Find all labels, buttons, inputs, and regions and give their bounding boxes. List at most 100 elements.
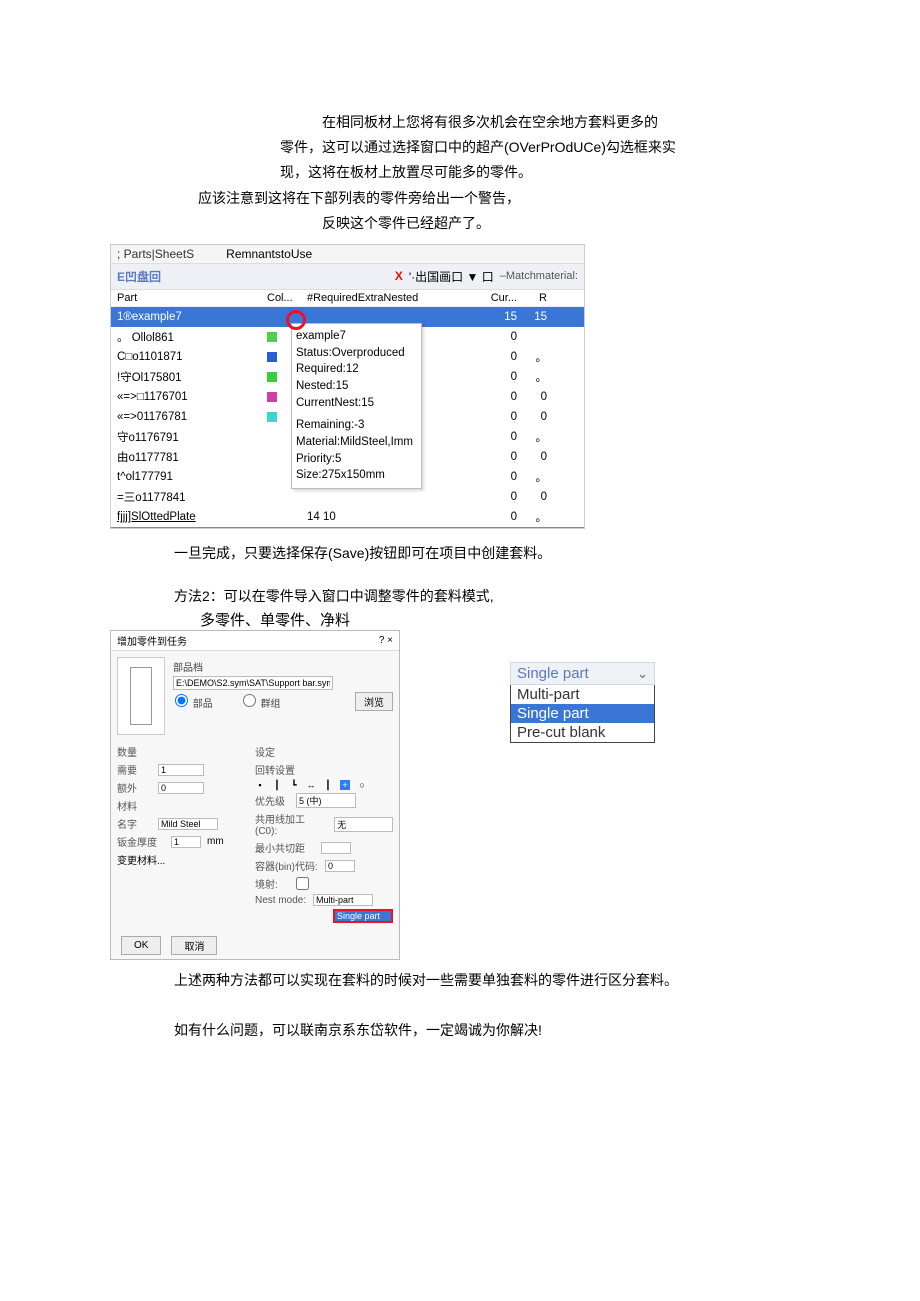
extra-label: 额外 xyxy=(117,780,152,795)
row-part: 由o1177781 xyxy=(117,449,267,465)
shared-label: 共用线加工 (C0): xyxy=(255,811,328,837)
rotation-icons[interactable]: ▪┃┗↔┃+○ xyxy=(255,780,393,790)
dropdown-item-precut[interactable]: Pre-cut blank xyxy=(511,723,654,742)
part-preview xyxy=(117,657,165,735)
overproduced-tooltip: example7 Status:Overproduced Required:12… xyxy=(291,323,422,489)
thickness-label: 钣金厚度 xyxy=(117,834,165,849)
row-r: 。 xyxy=(517,509,547,525)
bin-field[interactable] xyxy=(325,860,355,872)
intro-line-5: 反映这个零件已经超产了。 xyxy=(110,211,810,236)
thickness-field[interactable] xyxy=(171,836,201,848)
row-cur: 0 xyxy=(487,331,517,343)
row-part: !守Ol175801 xyxy=(117,369,267,385)
path-field[interactable] xyxy=(173,676,333,690)
table-header: Part Col... #RequiredExtraNested Cur... … xyxy=(111,290,584,307)
method2-line2: 多零件、单零件、净料 xyxy=(110,609,810,630)
row-part: «=>□1176701 xyxy=(117,391,267,403)
change-material-button[interactable]: 变更材料... xyxy=(117,852,165,867)
intro-line-1: 在相同板材上您将有很多次机会在空余地方套料更多的 xyxy=(110,110,810,135)
help-icon[interactable]: ? xyxy=(379,635,385,646)
row-part: 1®example7 xyxy=(117,311,267,323)
dropdown-item-single[interactable]: Single part xyxy=(511,704,654,723)
tt-size: Size:275x150mm xyxy=(296,467,413,484)
tab-parts-sheets[interactable]: ; Parts|SheetS xyxy=(117,247,194,261)
row-part: 。 Ollol861 xyxy=(117,329,267,345)
row-cur: 0 xyxy=(487,451,517,463)
tt-current: CurrentNest:15 xyxy=(296,395,413,412)
col-r: R xyxy=(517,292,547,304)
priority-select[interactable]: 5 (中) xyxy=(296,793,356,808)
col-cur: Cur... xyxy=(487,292,517,304)
add-part-dialog: 增加零件到任务 ? × 部品档 部品 群组 xyxy=(110,630,400,960)
row-required: 14 10 xyxy=(307,511,487,523)
toolbar-glyphs[interactable]: '·出国画口 ▼ 口 xyxy=(409,268,494,285)
tab-remnants[interactable]: RemnantstoUse xyxy=(220,245,318,263)
need-field[interactable] xyxy=(158,764,204,776)
row-r: 。 xyxy=(517,469,547,485)
close-icon[interactable]: X xyxy=(395,269,403,283)
eppan-label: E凹盘回 xyxy=(117,268,167,285)
mirror-label: 境射: xyxy=(255,876,290,891)
intro-line-4: 应该注意到这将在下部列表的零件旁给出一个警告， xyxy=(110,186,810,211)
intro-paragraph: 在相同板材上您将有很多次机会在空余地方套料更多的 零件，这可以通过选择窗口中的超… xyxy=(110,110,810,236)
cancel-button[interactable]: 取消 xyxy=(171,936,217,955)
dialog-titlebar: 增加零件到任务 ? × xyxy=(111,631,399,651)
ok-button[interactable]: OK xyxy=(121,936,161,955)
mirror-checkbox[interactable] xyxy=(296,877,309,890)
close-icon[interactable]: × xyxy=(387,635,393,646)
radio-group[interactable]: 群组 xyxy=(241,694,281,710)
table-row[interactable]: =三o1177841 00 xyxy=(111,487,584,507)
tab-row: ; Parts|SheetS RemnantstoUse xyxy=(111,245,584,264)
row-r: 15 xyxy=(517,311,547,323)
panel-toolbar: E凹盘回 X '·出国画口 ▼ 口 –Matchmaterial: xyxy=(111,264,584,290)
row-part: =三o1177841 xyxy=(117,489,267,505)
row-r: 0 xyxy=(517,451,547,463)
tt-material: Material:MildSteel,Imm xyxy=(296,434,413,451)
nestmode-select-bg[interactable]: Multi-part xyxy=(313,894,373,906)
row-r: 0 xyxy=(517,411,547,423)
nestmode-highlight[interactable]: Single part xyxy=(333,909,393,923)
rotation-label: 回转设置 xyxy=(255,762,295,777)
table-row[interactable]: fjjj]SlOttedPlate14 100。 xyxy=(111,507,584,527)
mid-block: 增加零件到任务 ? × 部品档 部品 群组 xyxy=(110,630,810,960)
row-cur: 0 xyxy=(487,411,517,423)
tt-name: example7 xyxy=(296,328,413,345)
row-r: 。 xyxy=(517,349,547,365)
col-required: #RequiredExtraNested xyxy=(307,292,487,304)
row-r: 0 xyxy=(517,491,547,503)
tt-remaining: Remaining:-3 xyxy=(296,417,413,434)
mat-header: 材料 xyxy=(117,798,152,813)
contact-paragraph: 如有什么问题，可以联南京系东岱软件，一定竭诚为你解决! xyxy=(110,1018,810,1043)
extra-field[interactable] xyxy=(158,782,204,794)
row-cur: 0 xyxy=(487,491,517,503)
browse-button[interactable]: 浏览 xyxy=(355,692,393,711)
row-cur: 0 xyxy=(487,391,517,403)
dropdown-current-label: Single part xyxy=(517,665,589,682)
col-color: Col... xyxy=(267,292,307,304)
dropdown-list: Multi-part Single part Pre-cut blank xyxy=(510,685,655,743)
col-part: Part xyxy=(117,292,267,304)
tt-status: Status:Overproduced xyxy=(296,345,413,362)
tt-priority: Priority:5 xyxy=(296,451,413,468)
bin-label: 容器(bin)代码: xyxy=(255,858,319,873)
material-name-field[interactable] xyxy=(158,818,218,830)
shared-select[interactable]: 无 xyxy=(334,817,393,832)
method2-line1: 方法2：可以在零件导入窗口中调整零件的套料模式, xyxy=(110,584,810,609)
tt-nested: Nested:15 xyxy=(296,378,413,395)
min-label: 最小共切距 xyxy=(255,840,315,855)
thickness-unit: mm xyxy=(207,836,224,847)
dropdown-item-multi[interactable]: Multi-part xyxy=(511,685,654,704)
row-cur: 0 xyxy=(487,431,517,443)
need-label: 需要 xyxy=(117,762,152,777)
qty-header: 数量 xyxy=(117,744,152,759)
radio-part[interactable]: 部品 xyxy=(173,694,213,710)
row-part: t^ol177791 xyxy=(117,471,267,483)
dropdown-current[interactable]: Single part ⌄ xyxy=(510,662,655,685)
min-field[interactable] xyxy=(321,842,351,854)
matchmaterial-label: –Matchmaterial: xyxy=(500,270,578,282)
nestmode-label: Nest mode: xyxy=(255,895,307,906)
row-cur: 0 xyxy=(487,471,517,483)
row-r: 。 xyxy=(517,429,547,445)
row-cur: 0 xyxy=(487,371,517,383)
row-cur: 0 xyxy=(487,511,517,523)
